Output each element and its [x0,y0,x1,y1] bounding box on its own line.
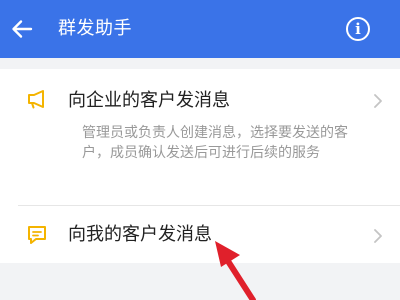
list-item-enterprise-customers[interactable]: 向企业的客户发消息 管理员或负责人创建消息，选择要发送的客户，成员确认发送后可进… [0,69,400,205]
page-title: 群发助手 [58,18,132,39]
back-button[interactable] [6,13,38,45]
chat-bubble-icon [28,226,46,244]
group-message-assistant-screen: 群发助手 i 向企业的客户发消息 管理员或负责人创建消息，选择要发送的客户，成员… [0,0,400,300]
chevron-right-icon [374,94,382,108]
item-title: 向企业的客户发消息 [68,90,230,111]
megaphone-icon [28,90,44,109]
options-card: 向企业的客户发消息 管理员或负责人创建消息，选择要发送的客户，成员确认发送后可进… [0,69,400,263]
item-title: 向我的客户发消息 [68,224,212,245]
list-item-my-customers[interactable]: 向我的客户发消息 [0,206,400,263]
chevron-right-icon [374,229,382,243]
info-circle-icon: i [355,19,361,38]
info-button[interactable]: i [346,17,370,41]
arrow-left-icon [12,20,33,38]
item-description: 管理员或负责人创建消息，选择要发送的客户，成员确认发送后可进行后续的服务 [82,125,348,161]
top-nav-bar: 群发助手 i [0,0,400,58]
